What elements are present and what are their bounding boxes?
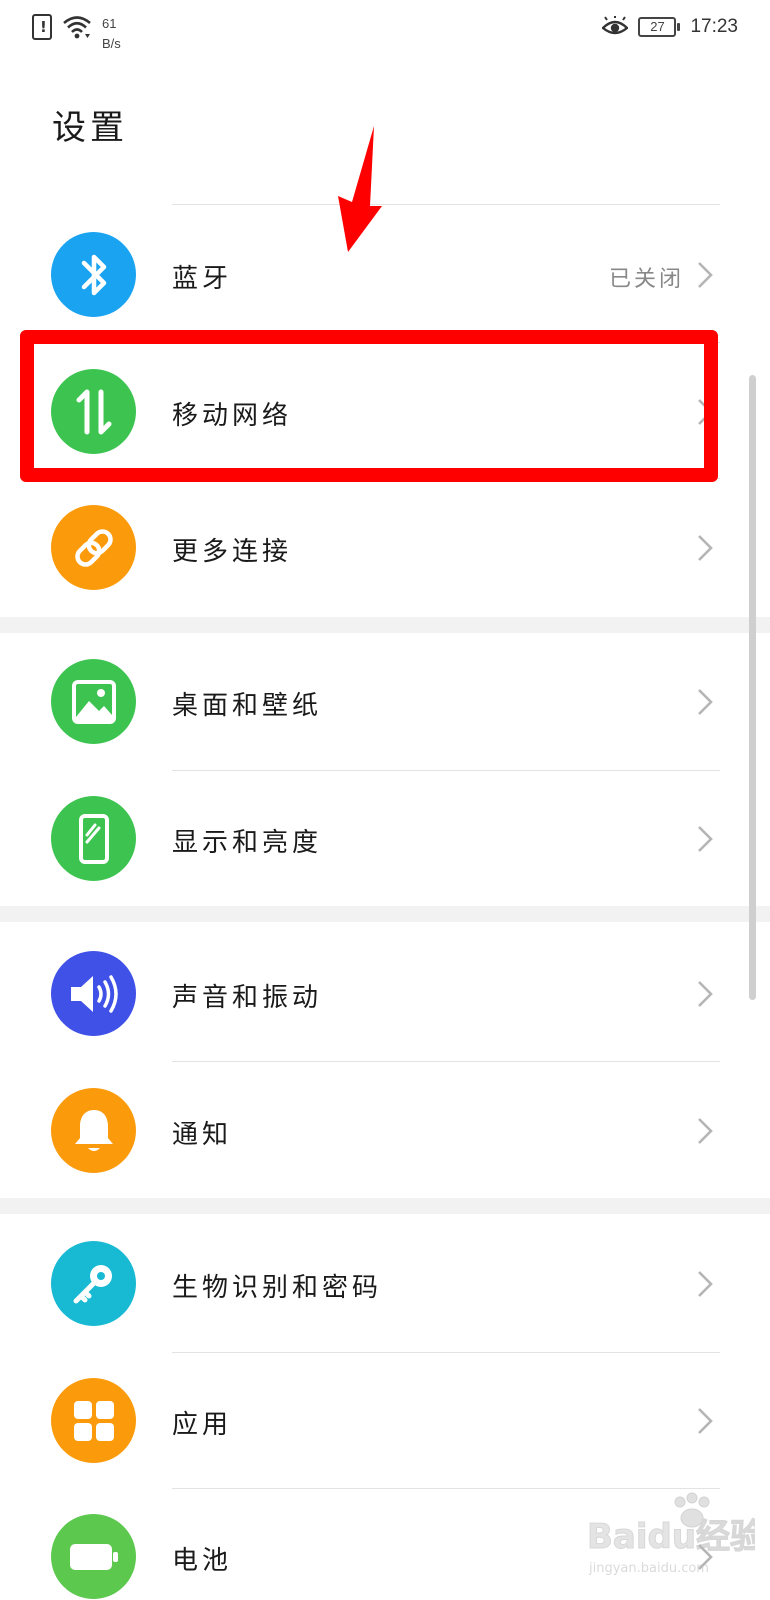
settings-item-label: 桌面和壁纸 — [172, 691, 323, 721]
bluetooth-status: 已关闭 — [608, 267, 684, 292]
section-separator — [0, 617, 770, 633]
settings-item-bluetooth[interactable]: 蓝牙 已关闭 — [0, 206, 770, 342]
clock: 17:23 — [690, 16, 738, 37]
status-right: 27 17:23 — [602, 16, 738, 38]
page-title: 设置 — [52, 108, 128, 148]
status-bar: ! 61 B/s 27 17:23 — [0, 0, 770, 60]
settings-item-label: 应用 — [172, 1410, 233, 1440]
chevron-right-icon — [698, 1271, 713, 1297]
chevron-right-icon — [698, 1118, 713, 1144]
settings-item-sound-vibration[interactable]: 声音和振动 — [0, 925, 770, 1061]
network-speed-value: 61 — [102, 16, 117, 31]
annotation-arrow — [338, 126, 382, 252]
baidu-jingyan-watermark: Baidu经验 jingyan.baidu.com — [587, 1492, 755, 1576]
settings-item-apps[interactable]: 应用 — [0, 1352, 770, 1488]
network-speed: 61 B/s — [102, 14, 121, 54]
settings-item-notifications[interactable]: 通知 — [0, 1062, 770, 1198]
battery-icon — [51, 1514, 136, 1599]
section-separator — [0, 906, 770, 922]
chevron-right-icon — [698, 1408, 713, 1434]
status-battery-icon: 27 — [638, 17, 681, 37]
settings-item-label: 声音和振动 — [172, 983, 323, 1013]
wifi-icon — [63, 16, 91, 39]
chevron-right-icon — [698, 262, 713, 288]
chevron-right-icon — [698, 826, 713, 852]
sim-alert-icon: ! — [32, 14, 52, 40]
network-speed-unit: B/s — [102, 36, 121, 51]
settings-item-label: 生物识别和密码 — [172, 1273, 383, 1303]
settings-item-more-connections[interactable]: 更多连接 — [0, 479, 770, 615]
watermark-url: jingyan.baidu.com — [588, 1561, 709, 1576]
bluetooth-icon — [51, 232, 136, 317]
settings-item-biometrics-password[interactable]: 生物识别和密码 — [0, 1215, 770, 1351]
chevron-right-icon — [698, 689, 713, 715]
apps-grid-icon — [51, 1378, 136, 1463]
settings-item-desktop-wallpaper[interactable]: 桌面和壁纸 — [0, 633, 770, 769]
image-icon — [51, 659, 136, 744]
chevron-right-icon — [698, 981, 713, 1007]
eye-comfort-icon — [602, 16, 629, 35]
bell-icon — [51, 1088, 136, 1173]
status-left: ! 61 B/s — [32, 14, 121, 54]
settings-item-label: 通知 — [172, 1120, 233, 1150]
annotation-highlight-box — [20, 330, 718, 482]
settings-item-label: 显示和亮度 — [172, 828, 323, 858]
chevron-right-icon — [698, 535, 713, 561]
section-separator — [0, 1198, 770, 1214]
link-icon — [51, 505, 136, 590]
settings-item-label: 更多连接 — [172, 537, 293, 567]
settings-item-label: 蓝牙 — [172, 264, 233, 294]
settings-item-label: 电池 — [172, 1546, 233, 1576]
key-icon — [51, 1241, 136, 1326]
settings-item-display-brightness[interactable]: 显示和亮度 — [0, 770, 770, 906]
watermark-brand: Baidu经验 — [587, 1517, 755, 1557]
speaker-icon — [51, 951, 136, 1036]
scrollbar[interactable] — [749, 375, 756, 1000]
divider — [172, 204, 720, 205]
phone-display-icon — [51, 796, 136, 881]
